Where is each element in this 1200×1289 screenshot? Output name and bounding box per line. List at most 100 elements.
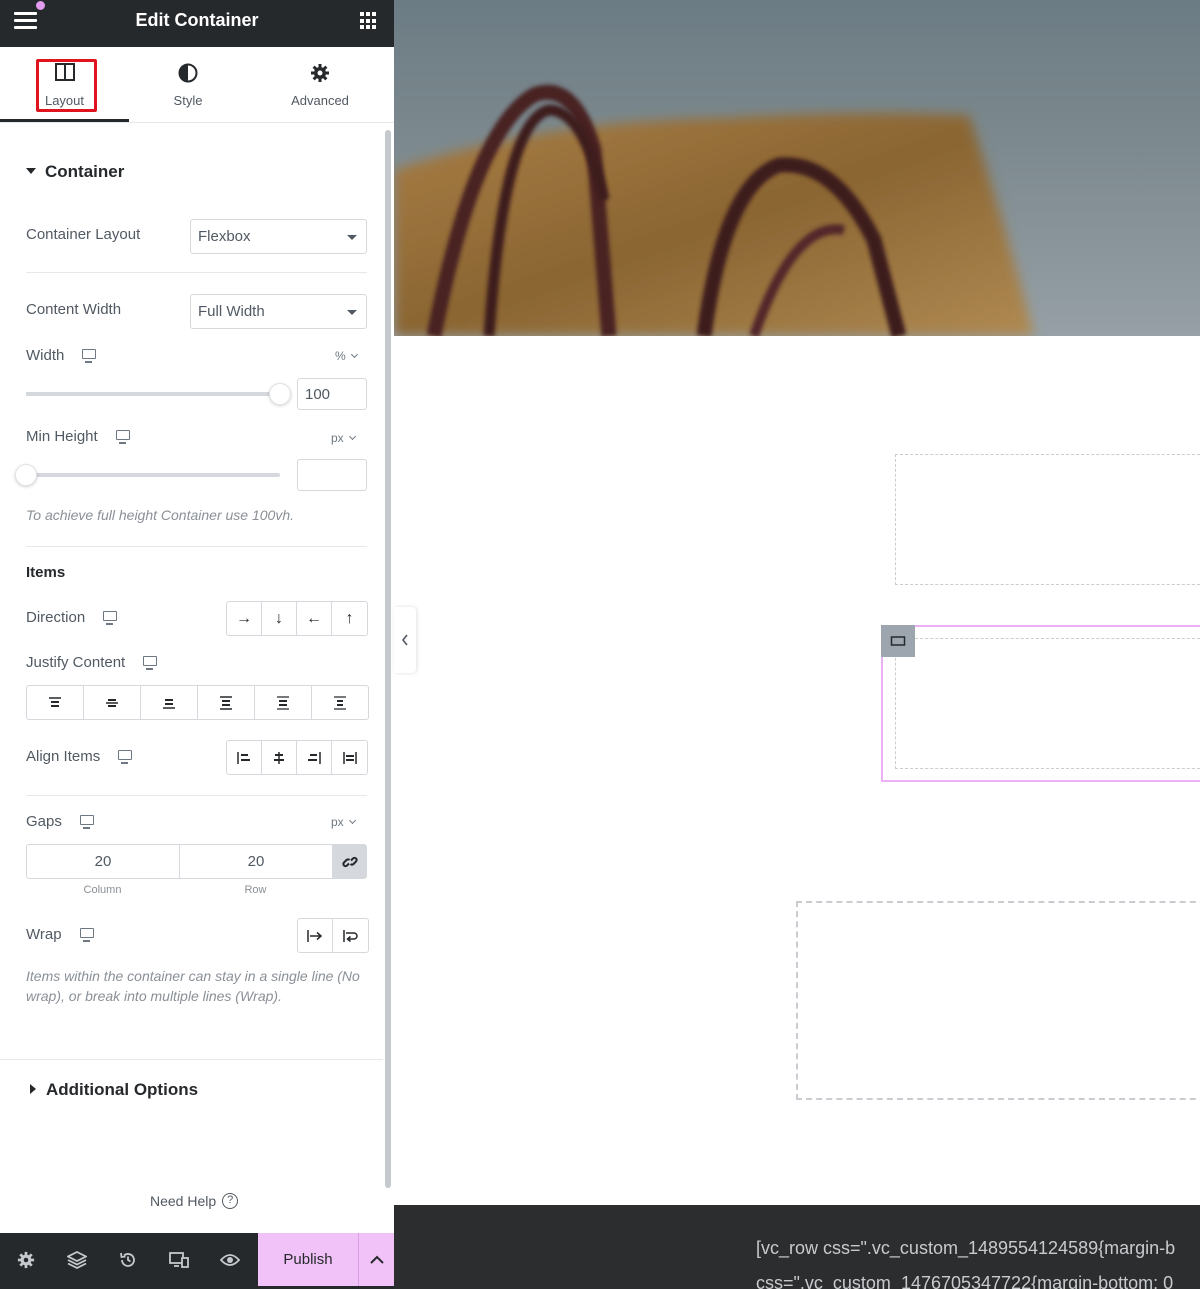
additional-options-heading: Additional Options xyxy=(46,1080,199,1099)
panel-tabs: Layout Style Advanced xyxy=(0,47,394,123)
wrap-button[interactable] xyxy=(333,919,368,952)
link-values-button[interactable] xyxy=(333,845,366,878)
container-handle[interactable] xyxy=(881,625,915,657)
direction-row-reverse-button[interactable]: ← xyxy=(297,602,332,635)
section-container-heading: Container xyxy=(45,162,125,181)
tab-style-label: Style xyxy=(173,93,203,108)
min-height-unit-select[interactable]: px xyxy=(331,431,356,445)
desktop-icon[interactable] xyxy=(115,430,130,445)
canvas-preview: [vc_row css=".vc_custom_1489554124589{ma… xyxy=(394,0,1200,1289)
width-slider-track[interactable] xyxy=(26,392,280,396)
align-start-button[interactable] xyxy=(227,741,262,774)
publish-button[interactable]: Publish xyxy=(258,1233,358,1286)
layers-icon xyxy=(66,1250,87,1269)
wrap-note: Items within the container can stay in a… xyxy=(26,968,360,1004)
no-wrap-button[interactable] xyxy=(298,919,333,952)
direction-column-button[interactable]: ↓ xyxy=(262,602,297,635)
width-unit: % xyxy=(335,349,346,363)
history-button[interactable] xyxy=(102,1233,153,1286)
half-circle-icon xyxy=(178,63,198,88)
justify-space-between-icon xyxy=(220,695,232,710)
responsive-mode-button[interactable] xyxy=(153,1233,204,1286)
desktop-icon[interactable] xyxy=(118,750,133,765)
empty-container-placeholder[interactable] xyxy=(895,454,1200,585)
tab-advanced-label: Advanced xyxy=(291,93,349,108)
min-height-slider-handle[interactable] xyxy=(15,464,37,486)
container-layout-select[interactable]: Flexbox xyxy=(190,219,367,254)
justify-center-button[interactable] xyxy=(84,686,141,719)
width-value: 100 xyxy=(305,386,331,403)
chevron-up-icon xyxy=(369,1255,384,1264)
empty-container-placeholder[interactable] xyxy=(796,901,1200,1100)
justify-space-evenly-button[interactable] xyxy=(312,686,368,719)
arrow-right-icon: → xyxy=(236,609,252,627)
scrollbar-thumb[interactable] xyxy=(385,130,391,1188)
align-center-button[interactable] xyxy=(262,741,297,774)
collapse-panel-button[interactable] xyxy=(394,607,416,673)
question-circle-icon: ? xyxy=(222,1193,239,1210)
gap-column-input[interactable]: 20 xyxy=(27,845,180,878)
section-additional-options-toggle[interactable]: Additional Options xyxy=(26,1080,198,1100)
chevron-down-icon xyxy=(350,350,358,359)
min-height-unit: px xyxy=(331,431,344,445)
min-height-control: Min Height xyxy=(26,428,130,445)
justify-space-between-button[interactable] xyxy=(198,686,255,719)
chevron-left-icon xyxy=(401,634,408,646)
navigator-button[interactable] xyxy=(51,1233,102,1286)
direction-button-group: → ↓ ← ↑ xyxy=(226,601,368,636)
eye-icon xyxy=(219,1253,240,1266)
widgets-grid-icon[interactable] xyxy=(360,12,378,30)
justify-end-button[interactable] xyxy=(141,686,198,719)
min-height-input[interactable] xyxy=(297,459,367,491)
direction-row-button[interactable]: → xyxy=(227,602,262,635)
tab-layout-label: Layout xyxy=(44,93,85,108)
panel-title: Edit Container xyxy=(135,10,259,30)
shortcode-text-line: [vc_row css=".vc_custom_1489554124589{ma… xyxy=(756,1238,1176,1258)
justify-start-button[interactable] xyxy=(27,686,84,719)
min-height-slider-track[interactable] xyxy=(26,473,280,477)
desktop-icon[interactable] xyxy=(79,928,94,943)
caret-right-icon xyxy=(30,1083,36,1094)
desktop-icon[interactable] xyxy=(103,611,118,626)
align-stretch-button[interactable] xyxy=(332,741,367,774)
no-wrap-icon xyxy=(307,929,323,942)
justify-content-control: Justify Content xyxy=(26,654,158,671)
content-width-select[interactable]: Full Width xyxy=(190,294,367,329)
desktop-icon[interactable] xyxy=(79,815,94,830)
panel-header: Edit Container xyxy=(0,0,394,47)
desktop-icon[interactable] xyxy=(143,656,158,671)
settings-button[interactable] xyxy=(0,1233,51,1286)
width-label: Width xyxy=(26,347,65,364)
publish-options-button[interactable] xyxy=(358,1233,394,1286)
direction-column-reverse-button[interactable]: ↑ xyxy=(332,602,367,635)
tab-layout[interactable]: Layout xyxy=(0,47,129,122)
tab-style[interactable]: Style xyxy=(129,47,247,122)
arrow-left-icon: ← xyxy=(306,609,322,627)
direction-label: Direction xyxy=(26,609,86,626)
arrow-up-icon: ↑ xyxy=(345,609,354,627)
preview-button[interactable] xyxy=(204,1233,255,1286)
section-container-toggle[interactable]: Container xyxy=(26,162,124,182)
divider xyxy=(0,1059,383,1060)
align-end-icon xyxy=(308,751,321,764)
gaps-unit-select[interactable]: px xyxy=(331,815,356,829)
items-heading: Items xyxy=(26,564,66,581)
width-slider-handle[interactable] xyxy=(269,383,291,405)
desktop-icon[interactable] xyxy=(82,349,97,364)
gap-column-caption: Column xyxy=(83,884,122,896)
tab-advanced[interactable]: Advanced xyxy=(250,47,390,122)
align-end-button[interactable] xyxy=(297,741,332,774)
align-stretch-icon xyxy=(342,751,357,764)
empty-container-placeholder[interactable] xyxy=(895,638,1200,769)
width-input[interactable]: 100 xyxy=(297,378,367,410)
align-items-button-group xyxy=(226,740,368,775)
align-items-control: Align Items xyxy=(26,748,133,765)
min-height-label: Min Height xyxy=(26,428,98,445)
chevron-down-icon xyxy=(347,235,357,240)
align-start-icon xyxy=(237,751,250,764)
gap-row-input[interactable]: 20 xyxy=(180,845,333,878)
need-help-link[interactable]: Need Help? xyxy=(150,1193,239,1210)
width-control: Width xyxy=(26,347,97,364)
justify-space-around-button[interactable] xyxy=(255,686,312,719)
width-unit-select[interactable]: % xyxy=(335,349,358,363)
